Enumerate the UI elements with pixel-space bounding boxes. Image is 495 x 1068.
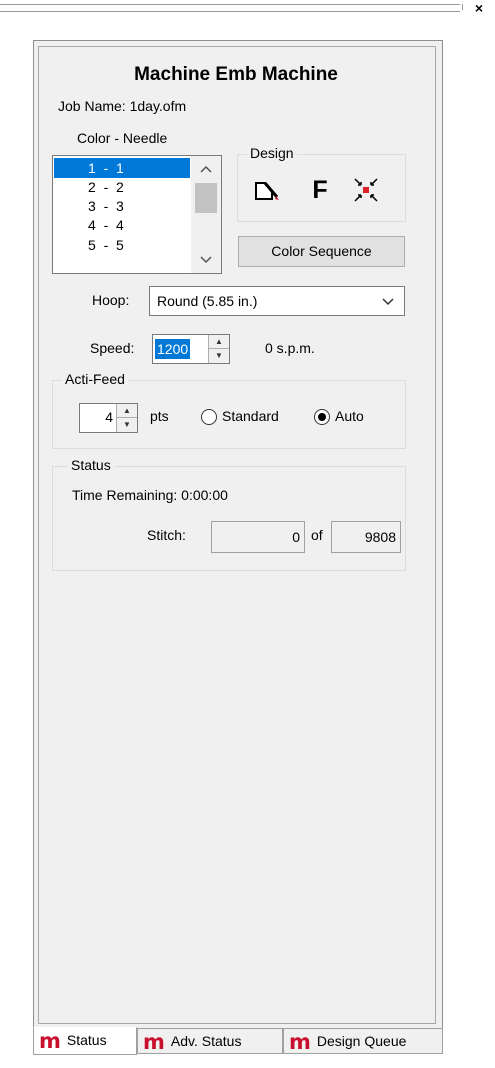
color-needle-label: Color - Needle bbox=[77, 130, 168, 146]
m-logo-icon: m bbox=[289, 1030, 311, 1055]
speed-stepper[interactable]: 1200 ▲ ▼ bbox=[152, 334, 230, 364]
panel-grip[interactable] bbox=[0, 4, 460, 12]
scroll-down-icon[interactable] bbox=[191, 249, 221, 271]
spin-up-icon[interactable]: ▲ bbox=[209, 335, 229, 349]
list-item[interactable]: 1 - 1 bbox=[54, 158, 190, 178]
tab-design-queue[interactable]: m Design Queue bbox=[283, 1028, 443, 1054]
speed-label: Speed: bbox=[90, 340, 135, 356]
design-group-label: Design bbox=[247, 145, 297, 161]
job-name-label: Job Name: 1day.ofm bbox=[58, 98, 187, 114]
stitch-total-field: 9808 bbox=[331, 521, 401, 553]
tab-label: Design Queue bbox=[316, 1033, 407, 1049]
list-item[interactable]: 5 - 5 bbox=[54, 235, 190, 255]
font-icon[interactable]: F bbox=[306, 176, 334, 204]
speed-input[interactable]: 1200 bbox=[155, 339, 191, 359]
acti-feed-stepper[interactable]: 4 ▲ ▼ bbox=[79, 403, 138, 433]
hoop-value: Round (5.85 in.) bbox=[157, 293, 258, 309]
actual-speed: 0 s.p.m. bbox=[265, 340, 315, 356]
tab-status[interactable]: m Status bbox=[33, 1027, 137, 1055]
acti-feed-label: Acti-Feed bbox=[62, 371, 128, 387]
auto-radio[interactable] bbox=[314, 409, 330, 425]
acti-feed-unit: pts bbox=[150, 408, 169, 424]
status-group bbox=[52, 466, 406, 571]
scroll-up-icon[interactable] bbox=[191, 158, 221, 180]
stitch-of-label: of bbox=[311, 527, 323, 543]
auto-radio-label[interactable]: Auto bbox=[335, 408, 364, 424]
tab-adv-status[interactable]: m Adv. Status bbox=[137, 1028, 283, 1054]
page-title: Machine Emb Machine bbox=[134, 64, 338, 85]
tab-label: Adv. Status bbox=[170, 1033, 242, 1049]
color-sequence-button[interactable]: Color Sequence bbox=[238, 236, 405, 267]
stitch-current-field: 0 bbox=[211, 521, 305, 553]
list-scrollbar[interactable] bbox=[191, 156, 221, 273]
acti-feed-input[interactable]: 4 bbox=[105, 409, 113, 425]
hoop-label: Hoop: bbox=[92, 292, 130, 308]
time-remaining: Time Remaining: 0:00:00 bbox=[72, 487, 228, 503]
tab-label: Status bbox=[66, 1032, 107, 1048]
list-item[interactable]: 4 - 4 bbox=[54, 215, 190, 235]
hoop-select[interactable]: Round (5.85 in.) bbox=[149, 286, 405, 316]
close-icon[interactable]: × bbox=[472, 0, 486, 16]
standard-radio-label[interactable]: Standard bbox=[222, 408, 279, 424]
spin-down-icon[interactable]: ▼ bbox=[117, 418, 137, 431]
spin-up-icon[interactable]: ▲ bbox=[117, 404, 137, 418]
list-item[interactable]: 2 - 2 bbox=[54, 177, 190, 197]
edit-design-icon[interactable] bbox=[253, 176, 281, 204]
list-item[interactable]: 3 - 3 bbox=[54, 196, 190, 216]
spin-down-icon[interactable]: ▼ bbox=[209, 349, 229, 362]
scroll-thumb[interactable] bbox=[195, 183, 217, 213]
chevron-down-icon[interactable] bbox=[380, 287, 396, 315]
m-logo-icon: m bbox=[39, 1029, 61, 1054]
panel-grip-end bbox=[460, 4, 463, 10]
stitch-label: Stitch: bbox=[147, 527, 186, 543]
speed-spin-buttons[interactable]: ▲ ▼ bbox=[208, 335, 229, 363]
status-group-label: Status bbox=[67, 457, 115, 473]
m-logo-icon: m bbox=[143, 1030, 165, 1055]
acti-feed-spin-buttons[interactable]: ▲ ▼ bbox=[116, 404, 137, 432]
standard-radio[interactable] bbox=[201, 409, 217, 425]
center-design-icon[interactable] bbox=[352, 176, 380, 204]
